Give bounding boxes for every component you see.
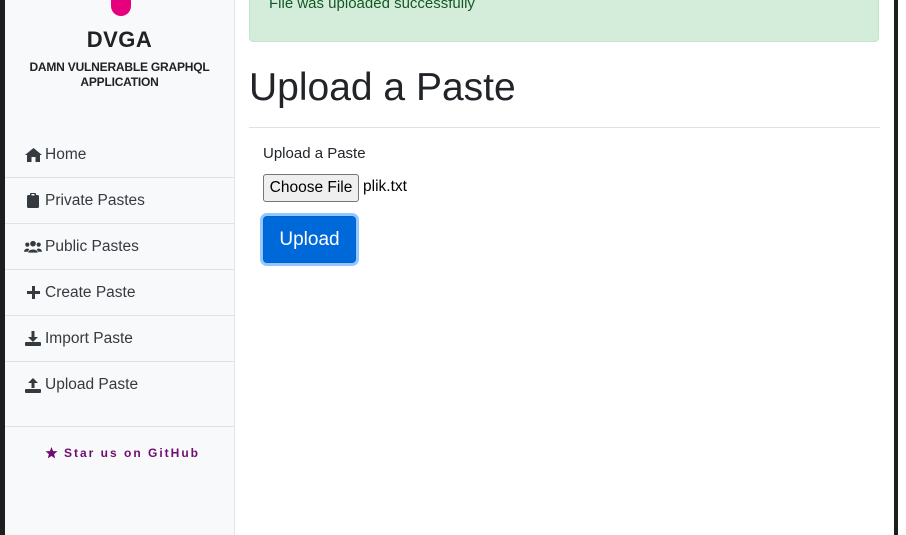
github-link[interactable]: Star us on GitHub — [45, 446, 200, 460]
sidebar-item-public-pastes[interactable]: Public Pastes — [5, 224, 234, 270]
sidebar-item-label: Upload Paste — [45, 376, 139, 393]
upload-icon — [24, 377, 42, 393]
clipboard-icon — [24, 193, 42, 209]
sidebar-item-label: Public Pastes — [45, 237, 139, 255]
download-icon — [24, 331, 42, 347]
upload-field-label: Upload a Paste — [263, 145, 366, 162]
github-link-label: Star us on GitHub — [64, 446, 200, 460]
brand-subtitle: DAMN VULNERABLE GRAPHQL APPLICATION — [29, 60, 210, 89]
sidebar-divider — [5, 426, 234, 427]
sidebar-item-private-pastes[interactable]: Private Pastes — [5, 178, 234, 224]
home-icon — [24, 147, 42, 163]
star-icon — [45, 447, 58, 459]
logo-icon — [111, 0, 131, 16]
title-divider — [249, 127, 880, 128]
brand-title: DVGA — [86, 27, 153, 52]
sidebar-item-create-paste[interactable]: Create Paste — [5, 270, 234, 316]
alert-message: File was uploaded successfully — [269, 0, 475, 12]
sidebar-item-label: Create Paste — [45, 283, 136, 301]
sidebar-item-label: Import Paste — [45, 329, 133, 347]
choose-file-button[interactable]: Choose File — [263, 174, 359, 202]
sidebar-nav: Home Private Pastes Public Pastes Create… — [5, 132, 234, 408]
sidebar-item-label: Home — [45, 145, 87, 163]
success-alert: File was uploaded successfully — [249, 0, 879, 42]
page-title: Upload a Paste — [249, 66, 516, 109]
sidebar-item-upload-paste[interactable]: Upload Paste — [5, 362, 234, 408]
sidebar-item-label: Private Pastes — [45, 191, 145, 209]
sidebar-item-import-paste[interactable]: Import Paste — [5, 316, 234, 362]
users-icon — [24, 239, 42, 255]
plus-icon — [24, 285, 42, 301]
sidebar-item-home[interactable]: Home — [5, 132, 234, 178]
sidebar: DVGA DAMN VULNERABLE GRAPHQL APPLICATION… — [5, 0, 235, 535]
selected-file-name: plik.txt — [363, 178, 407, 195]
window-frame-right — [894, 0, 906, 535]
upload-button[interactable]: Upload — [263, 216, 356, 263]
